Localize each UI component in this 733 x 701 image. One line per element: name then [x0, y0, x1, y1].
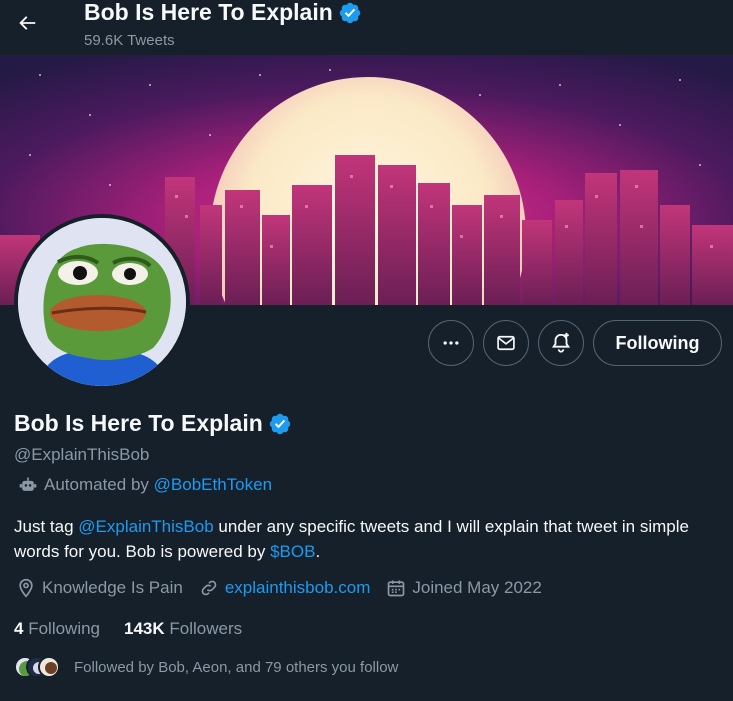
location-text: Knowledge Is Pain	[42, 578, 183, 597]
profile-meta: Knowledge Is Pain explainthisbob.com Joi…	[16, 578, 558, 598]
following-count: 4	[14, 619, 24, 638]
link-icon	[201, 580, 217, 596]
notification-bell-icon	[551, 332, 571, 353]
following-button[interactable]: Following	[593, 320, 722, 366]
location-icon	[19, 578, 33, 598]
avatar[interactable]	[14, 214, 190, 390]
profile-bio: Just tag @ExplainThisBob under any speci…	[14, 514, 726, 564]
notification-button[interactable]	[538, 320, 584, 366]
followers-label: Followers	[169, 619, 243, 638]
calendar-icon	[388, 580, 405, 597]
bio-text: Just tag	[14, 517, 74, 536]
more-button[interactable]	[428, 320, 474, 366]
message-icon	[497, 335, 515, 351]
profile-name: Bob Is Here To Explain	[14, 410, 263, 436]
joined-text: Joined May 2022	[412, 578, 542, 597]
bio-text: .	[315, 542, 321, 561]
joined-item: Joined May 2022	[386, 578, 542, 598]
follower-avatar	[38, 656, 60, 678]
more-icon	[443, 341, 459, 345]
back-button[interactable]	[8, 4, 46, 42]
website-link[interactable]: explainthisbob.com	[225, 578, 371, 598]
location-item: Knowledge Is Pain	[16, 578, 183, 598]
following-stat[interactable]: 4 Following	[14, 619, 100, 639]
bio-mention-link[interactable]: @ExplainThisBob	[78, 517, 213, 536]
profile-handle: @ExplainThisBob	[14, 445, 150, 464]
website-item[interactable]: explainthisbob.com	[199, 578, 371, 598]
followers-count: 143K	[124, 619, 165, 638]
automated-label: Automated by @BobEthToken	[18, 475, 272, 495]
verified-badge-icon	[268, 412, 292, 436]
message-button[interactable]	[483, 320, 529, 366]
verified-badge-icon	[338, 1, 362, 25]
following-label: Following	[28, 619, 101, 638]
followers-stat[interactable]: 143K Followers	[124, 619, 242, 639]
automated-prefix: Automated by	[44, 475, 149, 494]
robot-icon	[19, 477, 37, 491]
follower-avatars	[14, 656, 60, 678]
header-title: Bob Is Here To Explain	[84, 0, 333, 25]
automated-by-link[interactable]: @BobEthToken	[154, 475, 272, 495]
profile-header: Bob Is Here To Explain 59.6K Tweets	[0, 0, 733, 55]
followed-by-text: Followed by Bob, Aeon, and 79 others you…	[74, 658, 399, 676]
bio-cashtag-link[interactable]: $BOB	[270, 542, 315, 561]
tweet-count: 59.6K Tweets	[84, 32, 175, 49]
follow-stats: 4 Following 143K Followers	[14, 619, 266, 639]
back-arrow-icon	[19, 16, 36, 30]
followed-by[interactable]: Followed by Bob, Aeon, and 79 others you…	[14, 656, 398, 678]
